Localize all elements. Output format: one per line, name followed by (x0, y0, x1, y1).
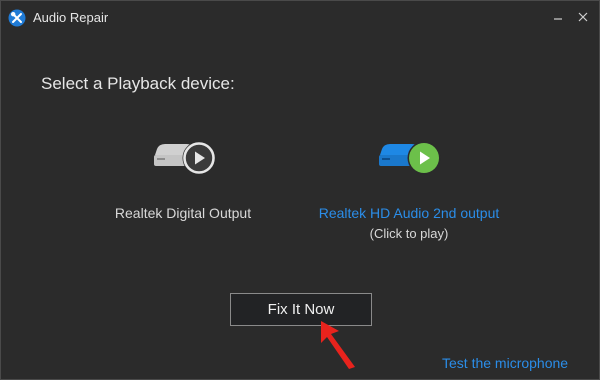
wrench-screwdriver-icon (8, 9, 26, 27)
title-bar: Audio Repair (1, 1, 599, 35)
device-realtek-hd-audio-2nd-output[interactable]: Realtek HD Audio 2nd output (Click to pl… (289, 141, 529, 251)
minimize-icon[interactable] (546, 7, 570, 27)
audio-repair-window: Audio Repair Select a Playback device: R… (0, 0, 600, 380)
device-realtek-digital-output[interactable]: Realtek Digital Output (63, 141, 303, 251)
select-device-prompt: Select a Playback device: (41, 74, 235, 93)
window-title: Audio Repair (33, 10, 109, 25)
click-to-play-hint: (Click to play) (369, 226, 449, 241)
speaker-device-play-icon (154, 141, 216, 175)
speaker-device-play-icon (379, 141, 441, 175)
device-name: Realtek HD Audio 2nd output (318, 205, 500, 221)
fix-it-now-button[interactable]: Fix It Now (230, 293, 372, 326)
close-icon[interactable] (571, 7, 595, 27)
test-microphone-link[interactable]: Test the microphone (442, 355, 568, 371)
device-name: Realtek Digital Output (114, 205, 252, 221)
